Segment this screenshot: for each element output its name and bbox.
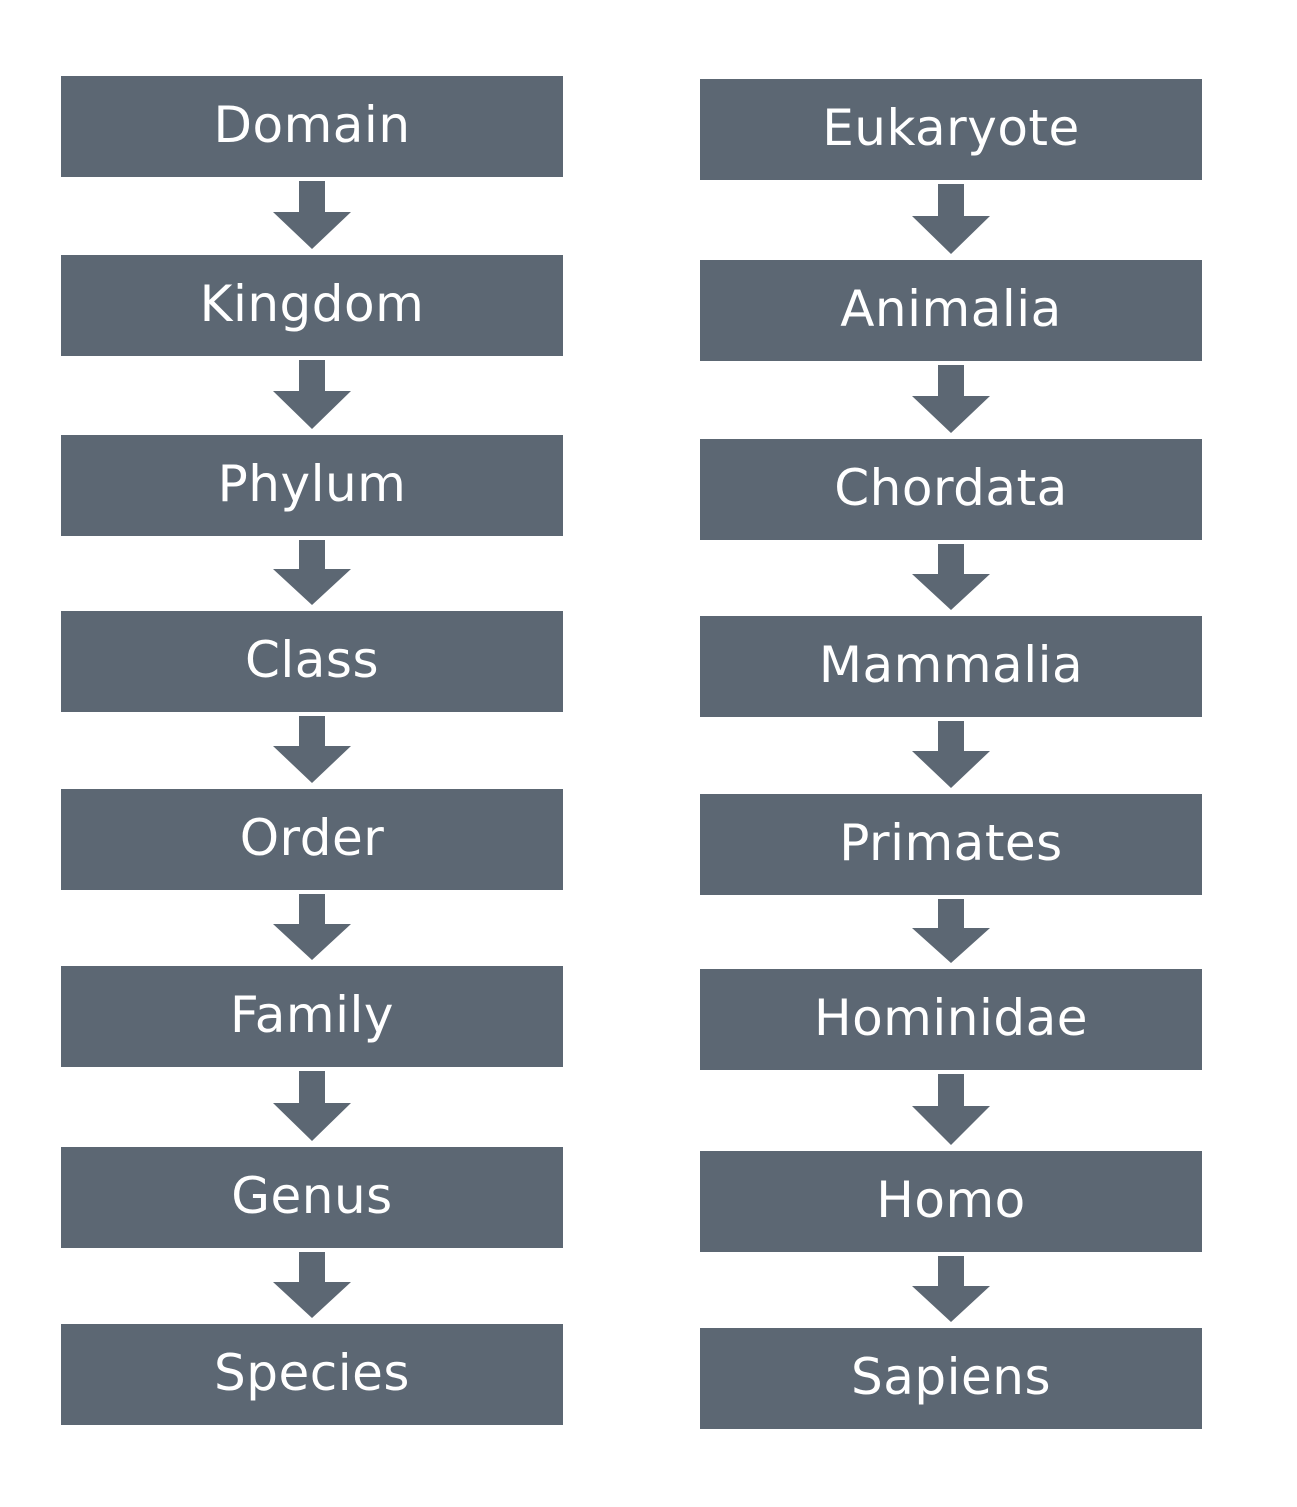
- taxon-box-eukaryote: Eukaryote: [700, 79, 1202, 180]
- arrow-shape: [273, 181, 351, 249]
- down-arrow-icon: [911, 899, 991, 963]
- box-label: Phylum: [217, 454, 407, 513]
- arrow-shape: [273, 540, 351, 605]
- taxon-box-sapiens: Sapiens: [700, 1328, 1202, 1429]
- arrow-shape: [912, 1074, 990, 1145]
- taxon-box-primates: Primates: [700, 794, 1202, 895]
- taxon-box-animalia: Animalia: [700, 260, 1202, 361]
- box-label: Order: [239, 808, 385, 867]
- arrow-shape: [912, 721, 990, 788]
- down-arrow-icon: [272, 1071, 352, 1141]
- rank-box-species: Species: [61, 1324, 563, 1425]
- down-arrow-icon: [911, 1074, 991, 1145]
- box-label: Primates: [839, 813, 1063, 872]
- box-label: Eukaryote: [822, 98, 1080, 157]
- rank-box-phylum: Phylum: [61, 435, 563, 536]
- box-label: Sapiens: [850, 1347, 1051, 1406]
- down-arrow-icon: [272, 360, 352, 429]
- arrow-shape: [912, 1256, 990, 1322]
- rank-box-kingdom: Kingdom: [61, 255, 563, 356]
- box-label: Family: [230, 985, 394, 1044]
- rank-box-family: Family: [61, 966, 563, 1067]
- arrow-shape: [273, 716, 351, 783]
- arrow-shape: [273, 894, 351, 960]
- down-arrow-icon: [911, 365, 991, 433]
- rank-box-class: Class: [61, 611, 563, 712]
- box-label: Animalia: [840, 279, 1062, 338]
- box-label: Domain: [213, 95, 411, 154]
- rank-box-order: Order: [61, 789, 563, 890]
- taxon-box-mammalia: Mammalia: [700, 616, 1202, 717]
- taxon-box-homo: Homo: [700, 1151, 1202, 1252]
- arrow-shape: [912, 899, 990, 963]
- arrow-shape: [273, 1071, 351, 1141]
- box-label: Chordata: [834, 458, 1068, 517]
- down-arrow-icon: [911, 721, 991, 788]
- down-arrow-icon: [272, 1252, 352, 1318]
- box-label: Homo: [876, 1170, 1026, 1229]
- box-label: Kingdom: [199, 274, 425, 333]
- box-label: Mammalia: [818, 635, 1084, 694]
- taxon-box-chordata: Chordata: [700, 439, 1202, 540]
- down-arrow-icon: [272, 181, 352, 249]
- box-label: Class: [244, 630, 380, 689]
- rank-box-domain: Domain: [61, 76, 563, 177]
- box-label: Hominidae: [813, 988, 1088, 1047]
- arrow-shape: [912, 184, 990, 254]
- box-label: Genus: [231, 1166, 393, 1225]
- down-arrow-icon: [911, 1256, 991, 1322]
- box-label: Species: [214, 1343, 410, 1402]
- arrow-shape: [912, 544, 990, 610]
- arrow-shape: [273, 1252, 351, 1318]
- arrow-shape: [273, 360, 351, 429]
- down-arrow-icon: [911, 184, 991, 254]
- arrow-shape: [912, 365, 990, 433]
- down-arrow-icon: [272, 894, 352, 960]
- down-arrow-icon: [272, 540, 352, 605]
- down-arrow-icon: [272, 716, 352, 783]
- taxon-box-hominidae: Hominidae: [700, 969, 1202, 1070]
- rank-box-genus: Genus: [61, 1147, 563, 1248]
- down-arrow-icon: [911, 544, 991, 610]
